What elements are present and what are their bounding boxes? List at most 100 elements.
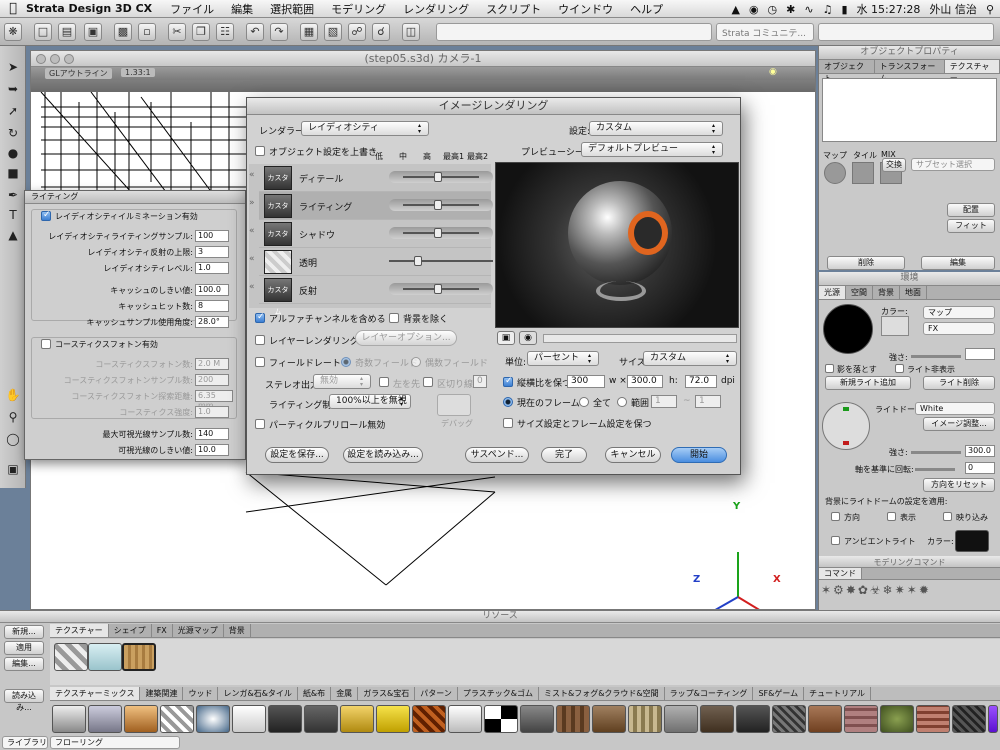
light-dome-select[interactable]: White [915,402,995,415]
zoom-select[interactable]: 1.33:1 [121,68,155,77]
current-frame-radio[interactable] [503,397,513,407]
tab-background[interactable]: 背景 [873,286,900,299]
quality-slider[interactable] [389,171,493,183]
apply-resource-button[interactable]: 適用 [4,641,44,655]
axis-rotate-slider[interactable] [915,468,955,471]
tab-res-background[interactable]: 背景 [224,624,251,637]
preview-render-icon[interactable]: ▣ [497,331,515,345]
all-frames-radio[interactable] [579,397,589,407]
library-swatch[interactable] [232,705,266,733]
direction-checkbox[interactable] [831,512,840,521]
library-swatch[interactable] [52,705,86,733]
library-swatch[interactable] [196,705,230,733]
menu-script[interactable]: スクリプト [486,1,541,17]
quality-slider[interactable] [389,227,493,239]
map-select[interactable]: マップ [923,306,995,319]
tab-res-fx[interactable]: FX [152,624,173,637]
cat-tab[interactable]: プラスチック&ゴム [458,687,539,700]
library-swatch[interactable] [880,705,914,733]
stereo-select[interactable]: 無効 [313,374,371,389]
settings-select[interactable]: カスタム [589,121,723,136]
library-swatch[interactable] [448,705,482,733]
apple-menu-icon[interactable]:  [0,1,26,16]
export-icon[interactable]: ▩ [114,23,132,41]
expand-arrow-icon[interactable]: « [249,170,255,180]
library-swatch[interactable] [160,705,194,733]
light-color-swatch[interactable] [881,316,909,336]
axis-rotate-field[interactable]: 0 [965,462,995,474]
tab-light[interactable]: 光源 [819,286,846,299]
copy-icon[interactable]: ❐ [192,23,210,41]
start-button[interactable]: 開始 [671,447,727,463]
remove-bg-checkbox[interactable] [389,313,399,323]
light-dome-globe[interactable] [822,402,870,450]
cache-hits-field[interactable]: 8 [195,300,229,312]
texture-list[interactable] [822,78,997,142]
cancel-button[interactable]: キャンセル [605,447,661,463]
suspend-button[interactable]: サスペンド... [465,447,529,463]
aspect-checkbox[interactable] [503,376,513,387]
quality-slider[interactable] [389,283,493,295]
divider-checkbox[interactable] [423,377,433,387]
dialog-title[interactable]: イメージレンダリング [247,98,740,115]
preview-lock-icon[interactable]: ◉ [519,331,537,345]
fit-button[interactable]: フィット [947,219,995,233]
command-icons-row[interactable]: ✶⚙✸✿☣❄✷✶✹ [821,583,997,597]
status-icon[interactable]: ◉ [749,3,759,16]
redo-icon[interactable]: ↷ [270,23,288,41]
quality-row-lighting[interactable]: » カスタム ライティング [249,192,493,232]
quality-row-detail[interactable]: « カスタム ディテール [249,164,493,204]
menu-rendering[interactable]: レンダリング [403,1,469,17]
keep-size-checkbox[interactable] [503,418,513,428]
swap-button[interactable]: 交換 [882,158,906,172]
library-value-select[interactable]: フローリング [50,736,180,749]
map-preview[interactable] [824,162,846,184]
expand-arrow-icon[interactable]: « [249,282,255,292]
display-checkbox[interactable] [887,512,896,521]
tab-res-texture[interactable]: テクスチャー [50,624,109,637]
uv-icon[interactable]: ◫ [402,23,420,41]
bluetooth-icon[interactable]: ✱ [786,3,795,16]
cut-icon[interactable]: ✂ [168,23,186,41]
spotlight-icon[interactable]: ⚲ [986,3,994,16]
point-select-icon[interactable]: ➚ [3,102,23,120]
range-radio[interactable] [617,397,627,407]
cat-tab[interactable]: ラップ&コーティング [665,687,754,700]
delete-light-button[interactable]: ライト削除 [923,376,995,390]
vis-threshold-field[interactable]: 10.0 [195,444,229,456]
ungroup-icon[interactable]: ▧ [324,23,342,41]
library-swatch[interactable] [952,705,986,733]
shadow-checkbox[interactable] [825,364,834,373]
cache-angle-field[interactable]: 28.0° [195,316,229,328]
menu-edit[interactable]: 編集 [231,1,253,17]
ambient-color-swatch[interactable] [955,530,989,552]
renderer-select[interactable]: レイディオシティ [301,121,429,136]
cone-tool-icon[interactable]: ▲ [3,226,23,244]
close-icon[interactable] [36,54,46,64]
direction-reset-button[interactable]: 方向をリセット [923,478,995,492]
range-from-field[interactable]: 1 [651,395,677,408]
menu-file[interactable]: ファイル [170,1,214,17]
cat-tab[interactable]: SF&ゲーム [753,687,805,700]
ambient-checkbox[interactable] [831,536,840,545]
new-resource-button[interactable]: 新規... [4,625,44,639]
reflection-checkbox[interactable] [943,512,952,521]
image-adjust-button[interactable]: イメージ調整... [923,417,995,431]
library-swatch[interactable] [340,705,374,733]
menu-window[interactable]: ウインドウ [558,1,613,17]
wifi-icon[interactable]: ∿ [804,3,813,16]
quality-slider[interactable] [389,255,493,267]
light-direction-ball[interactable] [823,304,873,354]
expand-arrow-icon[interactable]: » [249,198,255,208]
tab-transform[interactable]: トランスフォーム [875,60,945,83]
strength-field[interactable] [965,348,995,360]
pen-tool-icon[interactable]: ✒ [3,186,23,204]
cat-tab[interactable]: 紙&布 [298,687,332,700]
cache-threshold-field[interactable]: 100.0 [195,284,229,296]
quality-row-transparency[interactable]: « 透明 [249,248,493,276]
tab-texture[interactable]: テクスチャー [944,60,1000,83]
cat-tab[interactable]: チュートリアル [804,687,872,700]
zoom-out-icon[interactable]: ◯ [3,430,23,448]
library-swatch[interactable] [592,705,626,733]
library-swatch[interactable] [412,705,446,733]
